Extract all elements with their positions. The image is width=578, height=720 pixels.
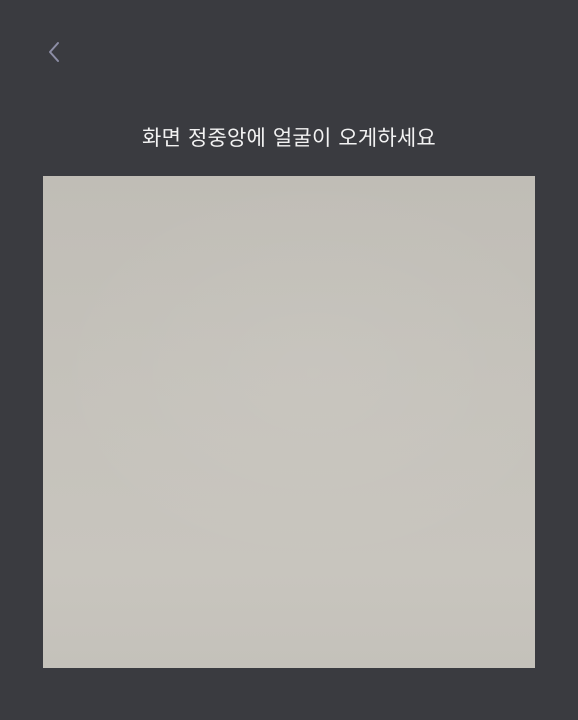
chevron-left-icon [47,40,61,64]
back-button[interactable] [38,34,70,70]
face-capture-screen: 화면 정중앙에 얼굴이 오게하세요 [0,0,578,720]
camera-preview [43,176,535,668]
instruction-text: 화면 정중앙에 얼굴이 오게하세요 [142,126,436,150]
